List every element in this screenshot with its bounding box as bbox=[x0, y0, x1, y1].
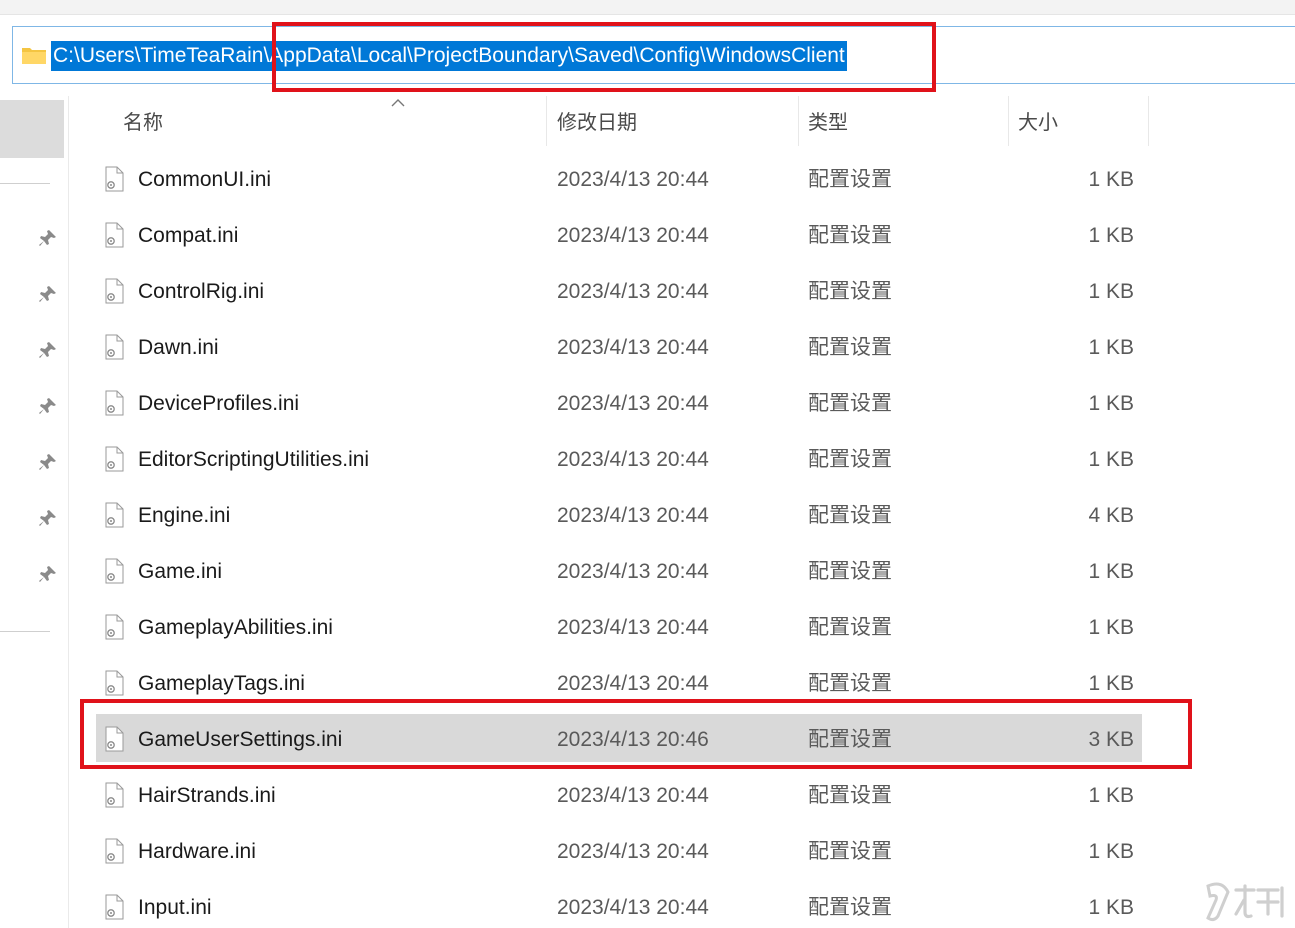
file-row[interactable]: ControlRig.ini 2023/4/13 20:44 配置设置 1 KB bbox=[70, 264, 1295, 320]
file-row[interactable]: Dawn.ini 2023/4/13 20:44 配置设置 1 KB bbox=[70, 320, 1295, 376]
config-file-icon bbox=[105, 782, 124, 808]
file-size: 1 KB bbox=[1088, 392, 1134, 415]
nav-selected-item[interactable] bbox=[0, 100, 64, 158]
file-modified-date: 2023/4/13 20:44 bbox=[557, 280, 709, 303]
file-row[interactable]: Compat.ini 2023/4/13 20:44 配置设置 1 KB bbox=[70, 208, 1295, 264]
navigation-pane bbox=[0, 96, 69, 928]
file-type: 配置设置 bbox=[808, 448, 892, 471]
file-row[interactable]: Game.ini 2023/4/13 20:44 配置设置 1 KB bbox=[70, 544, 1295, 600]
file-modified-date: 2023/4/13 20:44 bbox=[557, 224, 709, 247]
file-size: 1 KB bbox=[1088, 280, 1134, 303]
file-modified-date: 2023/4/13 20:44 bbox=[557, 392, 709, 415]
file-modified-date: 2023/4/13 20:44 bbox=[557, 616, 709, 639]
column-header-name[interactable]: 名称 bbox=[123, 96, 543, 150]
column-header-date[interactable]: 修改日期 bbox=[557, 96, 797, 150]
file-modified-date: 2023/4/13 20:44 bbox=[557, 448, 709, 471]
file-size: 1 KB bbox=[1088, 336, 1134, 359]
file-row[interactable]: HairStrands.ini 2023/4/13 20:44 配置设置 1 K… bbox=[70, 768, 1295, 824]
file-type: 配置设置 bbox=[808, 784, 892, 807]
file-type: 配置设置 bbox=[808, 168, 892, 191]
path-highlight-box bbox=[272, 22, 936, 92]
file-row[interactable]: CommonUI.ini 2023/4/13 20:44 配置设置 1 KB bbox=[70, 152, 1295, 208]
pin-icon[interactable] bbox=[38, 284, 58, 304]
config-file-icon bbox=[105, 894, 124, 920]
file-size: 1 KB bbox=[1088, 784, 1134, 807]
column-divider[interactable] bbox=[798, 96, 799, 146]
nav-divider bbox=[0, 183, 50, 184]
toolbar-strip bbox=[0, 0, 1295, 15]
pin-icon[interactable] bbox=[38, 228, 58, 248]
file-type: 配置设置 bbox=[808, 224, 892, 247]
file-type: 配置设置 bbox=[808, 840, 892, 863]
file-type: 配置设置 bbox=[808, 896, 892, 919]
nav-divider bbox=[0, 631, 50, 632]
file-modified-date: 2023/4/13 20:44 bbox=[557, 784, 709, 807]
file-modified-date: 2023/4/13 20:44 bbox=[557, 840, 709, 863]
pin-icon[interactable] bbox=[38, 452, 58, 472]
pin-icon[interactable] bbox=[38, 564, 58, 584]
config-file-icon bbox=[105, 166, 124, 192]
file-row[interactable]: EditorScriptingUtilities.ini 2023/4/13 2… bbox=[70, 432, 1295, 488]
file-explorer-window: C:\Users\TimeTeaRain\AppData\Local\Proje… bbox=[0, 0, 1295, 928]
file-type: 配置设置 bbox=[808, 280, 892, 303]
column-divider[interactable] bbox=[1008, 96, 1009, 146]
file-name: Hardware.ini bbox=[138, 840, 256, 863]
file-size: 4 KB bbox=[1088, 504, 1134, 527]
pin-icon[interactable] bbox=[38, 508, 58, 528]
file-size: 1 KB bbox=[1088, 224, 1134, 247]
column-divider[interactable] bbox=[546, 96, 547, 146]
config-file-icon bbox=[105, 558, 124, 584]
file-size: 1 KB bbox=[1088, 616, 1134, 639]
file-name: Input.ini bbox=[138, 896, 212, 919]
pin-icon[interactable] bbox=[38, 340, 58, 360]
config-file-icon bbox=[105, 838, 124, 864]
config-file-icon bbox=[105, 446, 124, 472]
file-size: 1 KB bbox=[1088, 168, 1134, 191]
file-type: 配置设置 bbox=[808, 392, 892, 415]
pin-icon[interactable] bbox=[38, 396, 58, 416]
config-file-icon bbox=[105, 390, 124, 416]
file-modified-date: 2023/4/13 20:44 bbox=[557, 560, 709, 583]
file-size: 1 KB bbox=[1088, 840, 1134, 863]
file-name: EditorScriptingUtilities.ini bbox=[138, 448, 370, 471]
file-modified-date: 2023/4/13 20:44 bbox=[557, 504, 709, 527]
file-name: HairStrands.ini bbox=[138, 784, 276, 807]
config-file-icon bbox=[105, 614, 124, 640]
file-type: 配置设置 bbox=[808, 336, 892, 359]
config-file-icon bbox=[105, 502, 124, 528]
file-size: 1 KB bbox=[1088, 560, 1134, 583]
row-highlight-box bbox=[80, 699, 1192, 769]
file-type: 配置设置 bbox=[808, 616, 892, 639]
file-name: CommonUI.ini bbox=[138, 168, 272, 191]
file-name: Game.ini bbox=[138, 560, 223, 583]
file-modified-date: 2023/4/13 20:44 bbox=[557, 336, 709, 359]
file-row[interactable]: Input.ini 2023/4/13 20:44 配置设置 1 KB bbox=[70, 880, 1295, 928]
file-type: 配置设置 bbox=[808, 560, 892, 583]
file-name: Compat.ini bbox=[138, 224, 239, 247]
column-divider[interactable] bbox=[1148, 96, 1149, 146]
file-row[interactable]: Engine.ini 2023/4/13 20:44 配置设置 4 KB bbox=[70, 488, 1295, 544]
file-size: 1 KB bbox=[1088, 448, 1134, 471]
config-file-icon bbox=[105, 670, 124, 696]
file-size: 1 KB bbox=[1088, 896, 1134, 919]
file-row[interactable]: GameplayAbilities.ini 2023/4/13 20:44 配置… bbox=[70, 600, 1295, 656]
file-type: 配置设置 bbox=[808, 504, 892, 527]
file-name: Engine.ini bbox=[138, 504, 231, 527]
file-row[interactable]: Hardware.ini 2023/4/13 20:44 配置设置 1 KB bbox=[70, 824, 1295, 880]
file-name: ControlRig.ini bbox=[138, 280, 265, 303]
file-name: GameplayAbilities.ini bbox=[138, 616, 333, 639]
column-header-type[interactable]: 类型 bbox=[808, 96, 1008, 150]
config-file-icon bbox=[105, 334, 124, 360]
watermark-logo bbox=[1206, 882, 1284, 922]
file-modified-date: 2023/4/13 20:44 bbox=[557, 896, 709, 919]
column-header-size[interactable]: 大小 bbox=[1018, 96, 1148, 150]
file-name: Dawn.ini bbox=[138, 336, 219, 359]
config-file-icon bbox=[105, 222, 124, 248]
column-header-row: 名称 修改日期 类型 大小 bbox=[70, 96, 1295, 150]
file-name: DeviceProfiles.ini bbox=[138, 392, 300, 415]
file-row[interactable]: DeviceProfiles.ini 2023/4/13 20:44 配置设置 … bbox=[70, 376, 1295, 432]
file-modified-date: 2023/4/13 20:44 bbox=[557, 168, 709, 191]
config-file-icon bbox=[105, 278, 124, 304]
folder-icon bbox=[22, 48, 46, 64]
